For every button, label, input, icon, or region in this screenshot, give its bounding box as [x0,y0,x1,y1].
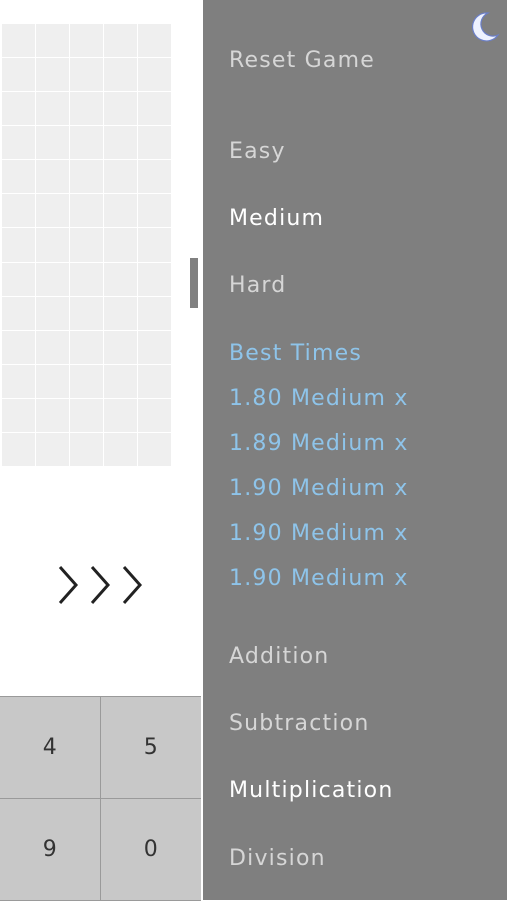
board-cell[interactable] [70,194,104,229]
board-cell[interactable] [104,194,138,229]
board-cell[interactable] [36,160,70,195]
best-time-entry: 1.90 Medium x [229,566,409,591]
number-keypad: 4 5 9 0 [0,696,201,901]
board-cell[interactable] [138,194,172,229]
board-cell[interactable] [138,160,172,195]
board-cell[interactable] [70,92,104,127]
board-cell[interactable] [70,398,104,433]
board-cell[interactable] [138,262,172,297]
board-cell[interactable] [70,24,104,59]
board-cell[interactable] [70,126,104,161]
board-cell[interactable] [104,228,138,263]
board-cell[interactable] [70,160,104,195]
board-cell[interactable] [70,432,104,467]
board-cell[interactable] [70,364,104,399]
board-cell[interactable] [36,330,70,365]
drawer-handle[interactable] [190,258,198,308]
board-cell[interactable] [138,92,172,127]
board-cell[interactable] [36,296,70,331]
operation-division[interactable]: Division [229,846,326,871]
key-0[interactable]: 0 [100,799,201,901]
board-cell[interactable] [70,228,104,263]
board-cell[interactable] [104,296,138,331]
board-cell[interactable] [138,432,172,467]
board-cell[interactable] [2,398,36,433]
board-cell[interactable] [2,126,36,161]
board-cell[interactable] [2,330,36,365]
difficulty-hard[interactable]: Hard [229,273,286,298]
board-cell[interactable] [138,58,172,93]
difficulty-easy[interactable]: Easy [229,139,286,164]
board-cell[interactable] [2,296,36,331]
board-cell[interactable] [104,262,138,297]
board-cell[interactable] [36,432,70,467]
board-cell[interactable] [104,24,138,59]
board-cell[interactable] [138,126,172,161]
board-cell[interactable] [70,262,104,297]
board-cell[interactable] [36,364,70,399]
board-cell[interactable] [2,262,36,297]
board-cell[interactable] [138,228,172,263]
key-9[interactable]: 9 [0,799,101,901]
board-cell[interactable] [36,228,70,263]
side-menu: Reset Game Easy Medium Hard Best Times 1… [203,0,507,900]
board-cell[interactable] [104,364,138,399]
board-cell[interactable] [70,58,104,93]
board-cell[interactable] [104,92,138,127]
operation-multiplication[interactable]: Multiplication [229,778,393,803]
best-times-title: Best Times [229,341,363,366]
board-cell[interactable] [104,432,138,467]
board-cell[interactable] [2,228,36,263]
board-cell[interactable] [104,58,138,93]
difficulty-medium[interactable]: Medium [229,206,324,231]
best-time-entry: 1.90 Medium x [229,476,409,501]
board-cell[interactable] [138,364,172,399]
best-time-entry: 1.89 Medium x [229,431,409,456]
key-4[interactable]: 4 [0,697,101,799]
board-cell[interactable] [104,126,138,161]
board-cell[interactable] [2,160,36,195]
game-board[interactable] [2,24,172,467]
board-cell[interactable] [104,330,138,365]
board-cell[interactable] [70,330,104,365]
board-cell[interactable] [36,398,70,433]
board-cell[interactable] [2,364,36,399]
board-cell[interactable] [2,432,36,467]
board-cell[interactable] [2,24,36,59]
board-cell[interactable] [138,330,172,365]
key-5[interactable]: 5 [100,697,201,799]
board-cell[interactable] [138,296,172,331]
operation-addition[interactable]: Addition [229,644,329,669]
best-time-entry: 1.80 Medium x [229,386,409,411]
board-cell[interactable] [36,194,70,229]
board-cell[interactable] [36,126,70,161]
board-cell[interactable] [138,398,172,433]
chevrons-right-icon[interactable] [50,555,160,615]
board-cell[interactable] [70,296,104,331]
board-cell[interactable] [104,398,138,433]
best-time-entry: 1.90 Medium x [229,521,409,546]
moon-icon[interactable] [469,10,501,44]
board-cell[interactable] [36,92,70,127]
board-cell[interactable] [2,194,36,229]
board-cell[interactable] [104,160,138,195]
reset-game-button[interactable]: Reset Game [229,48,375,73]
board-cell[interactable] [2,58,36,93]
operation-subtraction[interactable]: Subtraction [229,711,369,736]
board-cell[interactable] [2,92,36,127]
game-panel: 4 5 9 0 [0,0,203,901]
board-cell[interactable] [36,58,70,93]
board-cell[interactable] [138,24,172,59]
board-cell[interactable] [36,262,70,297]
board-cell[interactable] [36,24,70,59]
